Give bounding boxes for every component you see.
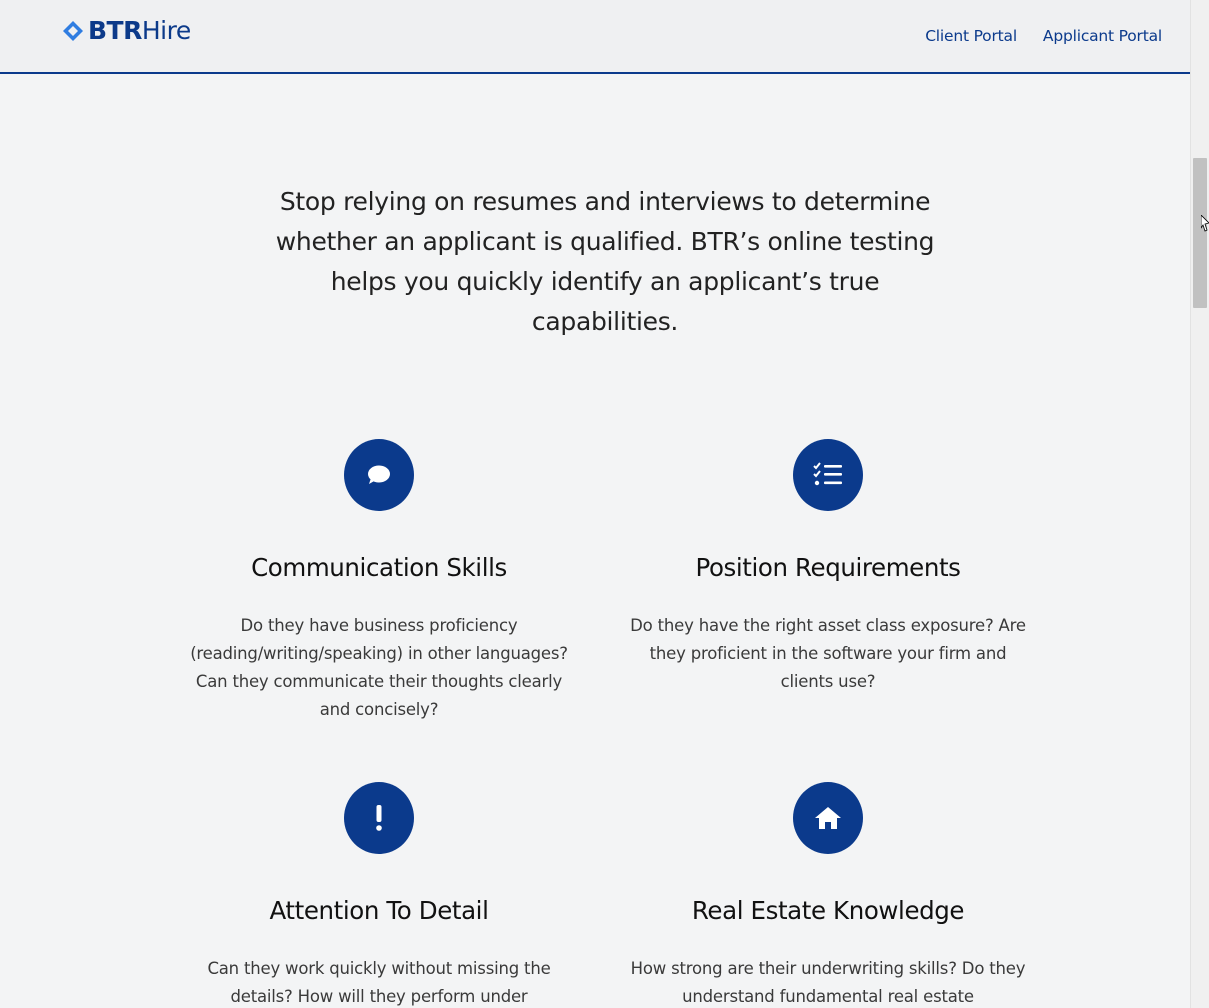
exclamation-icon (376, 805, 382, 831)
page: BTRHire Client Portal Applicant Portal S… (0, 0, 1209, 1008)
checklist-icon (813, 462, 842, 486)
feature-icon-circle (344, 782, 414, 854)
brand-name: BTRHire (88, 18, 191, 43)
applicant-portal-link[interactable]: Applicant Portal (1043, 27, 1162, 45)
intro-text: Stop relying on resumes and interviews t… (275, 187, 935, 336)
feature-communication-skills: Communication Skills Do they have busine… (179, 439, 579, 724)
feature-description: Do they have the right asset class expos… (630, 616, 1026, 691)
mouse-cursor-icon (1201, 215, 1209, 232)
home-icon (815, 807, 841, 829)
feature-icon-circle (793, 439, 863, 511)
feature-title: Position Requirements (695, 553, 961, 582)
top-nav: Client Portal Applicant Portal (925, 27, 1162, 45)
brand-logo[interactable]: BTRHire (62, 18, 191, 43)
speech-bubble-icon (368, 465, 390, 484)
feature-icon-circle (344, 439, 414, 511)
feature-description: How strong are their underwriting skills… (630, 959, 1026, 1006)
diamond-logo-icon (63, 20, 83, 41)
feature-title: Communication Skills (251, 553, 507, 582)
feature-real-estate-knowledge: Real Estate Knowledge How strong are the… (628, 782, 1028, 1008)
feature-title: Attention To Detail (269, 896, 489, 925)
feature-title: Real Estate Knowledge (691, 896, 965, 925)
brand-name-light: Hire (141, 16, 191, 45)
vertical-scrollbar[interactable] (1190, 0, 1209, 1008)
feature-position-requirements: Position Requirements Do they have the r… (628, 439, 1028, 696)
client-portal-link[interactable]: Client Portal (925, 27, 1017, 45)
feature-description: Can they work quickly without missing th… (207, 959, 551, 1006)
feature-description: Do they have business proficiency (readi… (190, 616, 568, 719)
brand-name-bold: BTR (88, 16, 142, 45)
site-header: BTRHire Client Portal Applicant Portal (0, 0, 1191, 74)
feature-icon-circle (793, 782, 863, 854)
feature-attention-to-detail: Attention To Detail Can they work quickl… (179, 782, 579, 1008)
